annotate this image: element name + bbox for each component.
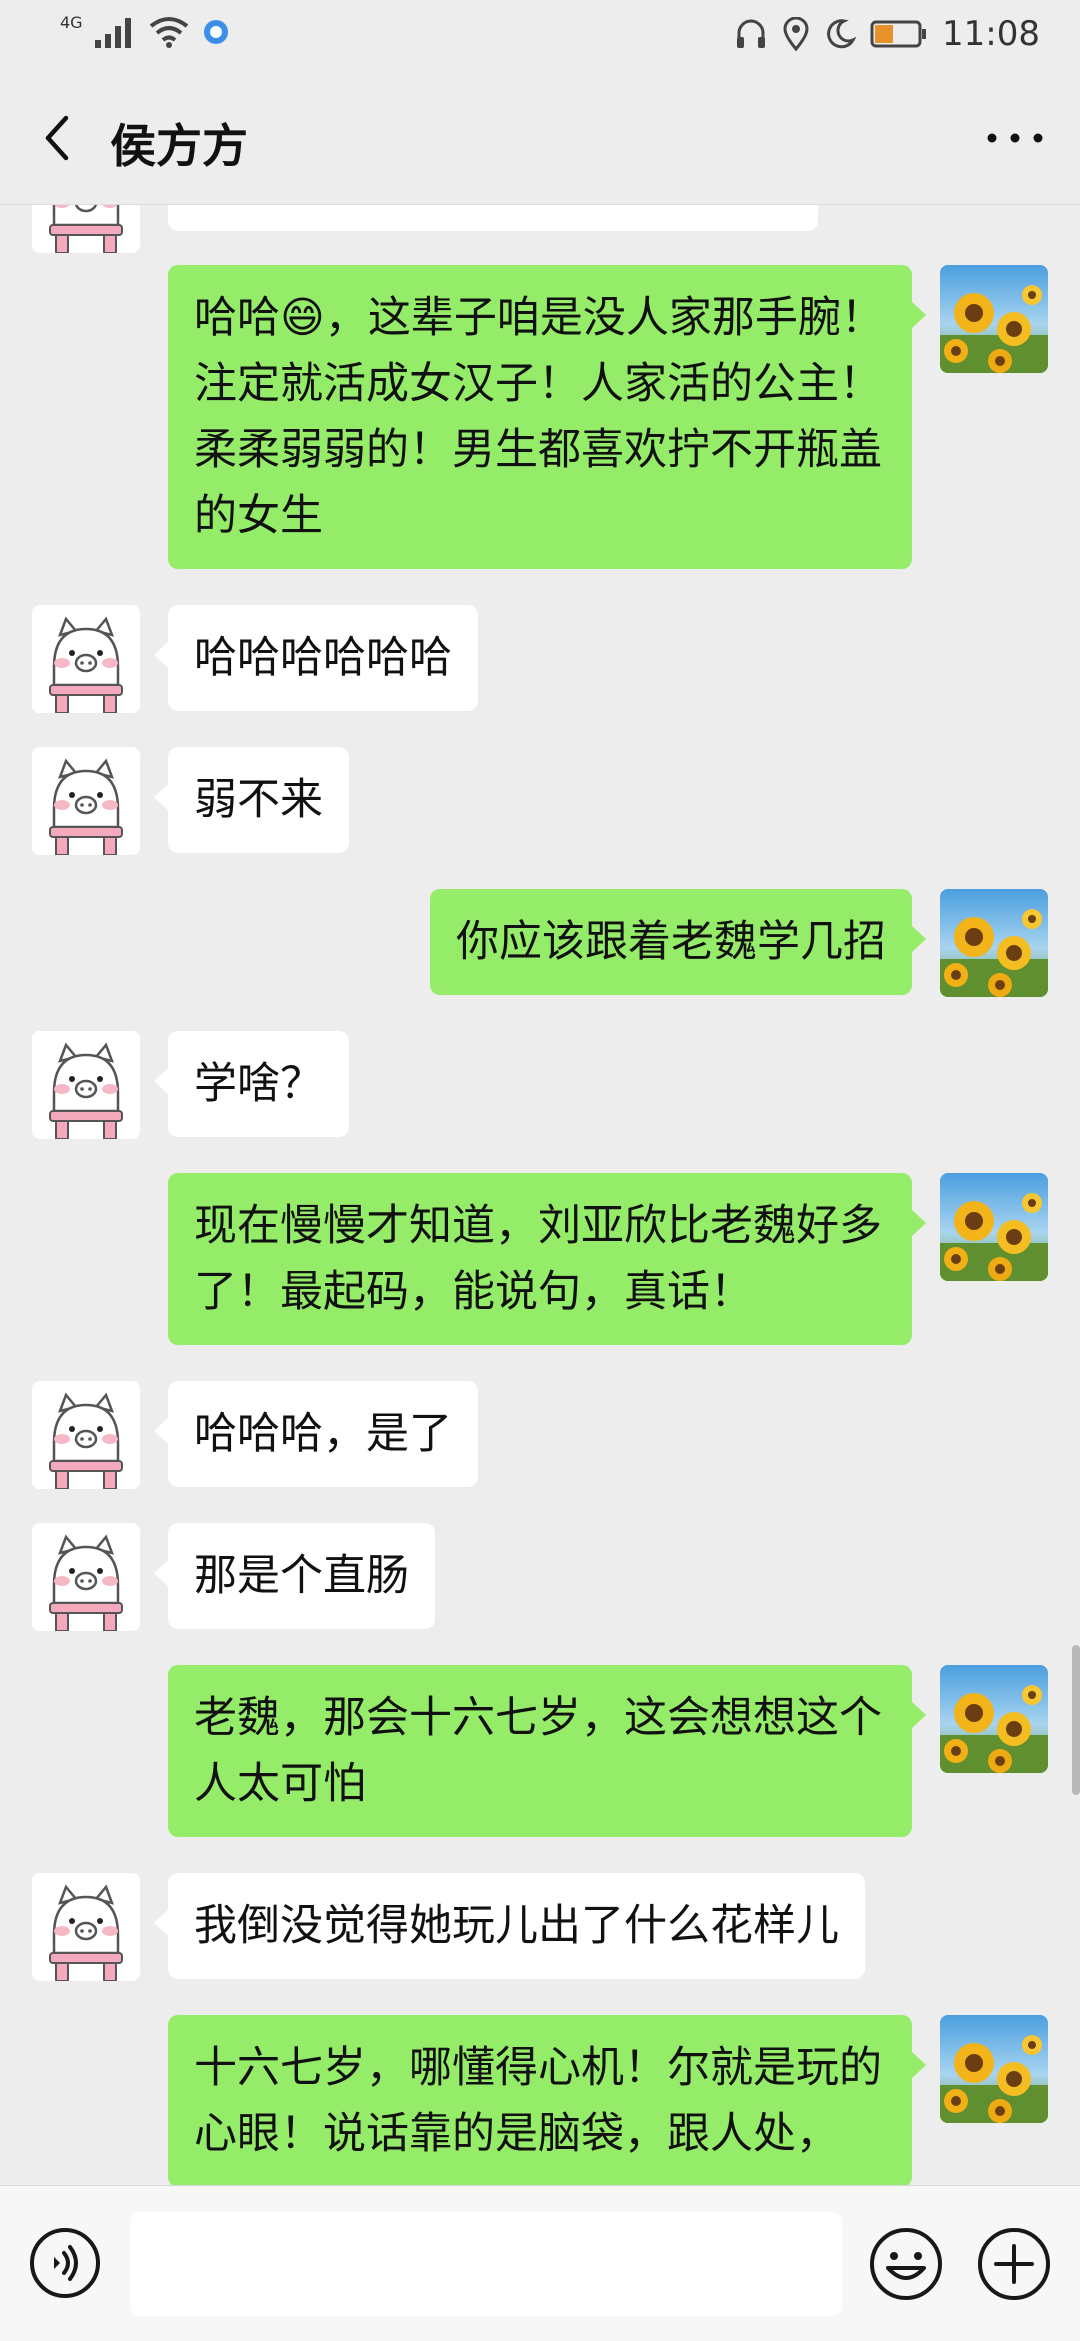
my-avatar[interactable] <box>940 1665 1048 1773</box>
status-bar: 4G 11:08 <box>0 0 1080 72</box>
chat-header: 侯方方 <box>0 72 1080 205</box>
my-avatar[interactable] <box>940 265 1048 373</box>
message-bubble-incoming[interactable]: 弱不来 <box>154 747 349 853</box>
contact-avatar[interactable] <box>32 205 140 253</box>
message-bubble-outgoing[interactable]: 哈哈😄，这辈子咱是没人家那手腕！注定就活成女汉子！人家活的公主！柔柔弱弱的！男生… <box>168 265 926 569</box>
message-bubble-incoming[interactable]: 那是个直肠 <box>154 1523 435 1629</box>
status-time: 11:08 <box>942 14 1040 54</box>
message-bubble-outgoing[interactable]: 现在慢慢才知道，刘亚欣比老魏好多了！最起码，能说句，真话！ <box>168 1173 926 1345</box>
emoji-icon[interactable] <box>868 2226 944 2302</box>
input-bar <box>0 2185 1080 2341</box>
contact-avatar[interactable] <box>32 1031 140 1139</box>
voice-icon[interactable] <box>28 2226 102 2300</box>
my-avatar[interactable] <box>940 2015 1048 2123</box>
signal-icon <box>94 18 131 48</box>
message-bubble-incoming[interactable]: 哈哈哈，是了 <box>154 1381 478 1487</box>
message-bubble-incoming[interactable]: 学啥？ <box>154 1031 349 1137</box>
plus-icon[interactable] <box>976 2226 1052 2302</box>
more-dots-icon[interactable] <box>980 108 1050 168</box>
message-bubble-outgoing[interactable]: 你应该跟着老魏学几招 <box>430 889 926 995</box>
message-list[interactable]: 哈哈😄，这辈子咱是没人家那手腕！注定就活成女汉子！人家活的公主！柔柔弱弱的！男生… <box>0 205 1080 2185</box>
contact-name: 侯方方 <box>110 119 248 173</box>
contact-avatar[interactable] <box>32 605 140 713</box>
wifi-icon <box>149 17 188 48</box>
status-left: 4G <box>60 12 231 50</box>
my-avatar[interactable] <box>940 1173 1048 1281</box>
contact-avatar[interactable] <box>32 1523 140 1631</box>
app-notification-icon <box>203 20 228 44</box>
contact-avatar[interactable] <box>32 747 140 855</box>
scrollbar-thumb[interactable] <box>1072 1645 1080 1795</box>
my-avatar[interactable] <box>940 889 1048 997</box>
message-input[interactable] <box>130 2212 842 2316</box>
moon-icon <box>827 19 857 49</box>
message-bubble-outgoing[interactable]: 十六七岁，哪懂得心机！尔就是玩的心眼！说话靠的是脑袋，跟人处， <box>168 2015 926 2185</box>
message-bubble-incoming[interactable]: 哈哈哈哈哈哈 <box>154 605 478 711</box>
network-type: 4G <box>60 12 83 32</box>
message-bubble-incoming[interactable] <box>168 205 818 231</box>
message-bubble-incoming[interactable]: 我倒没觉得她玩儿出了什么花样儿 <box>154 1873 865 1979</box>
contact-avatar[interactable] <box>32 1873 140 1981</box>
contact-avatar[interactable] <box>32 1381 140 1489</box>
message-bubble-outgoing[interactable]: 老魏，那会十六七岁，这会想想这个人太可怕 <box>168 1665 926 1837</box>
chevron-left-icon[interactable] <box>30 108 90 168</box>
battery-icon <box>870 20 927 48</box>
status-right: 11:08 <box>734 14 1040 54</box>
headphone-icon <box>737 19 766 48</box>
location-icon <box>783 17 809 51</box>
